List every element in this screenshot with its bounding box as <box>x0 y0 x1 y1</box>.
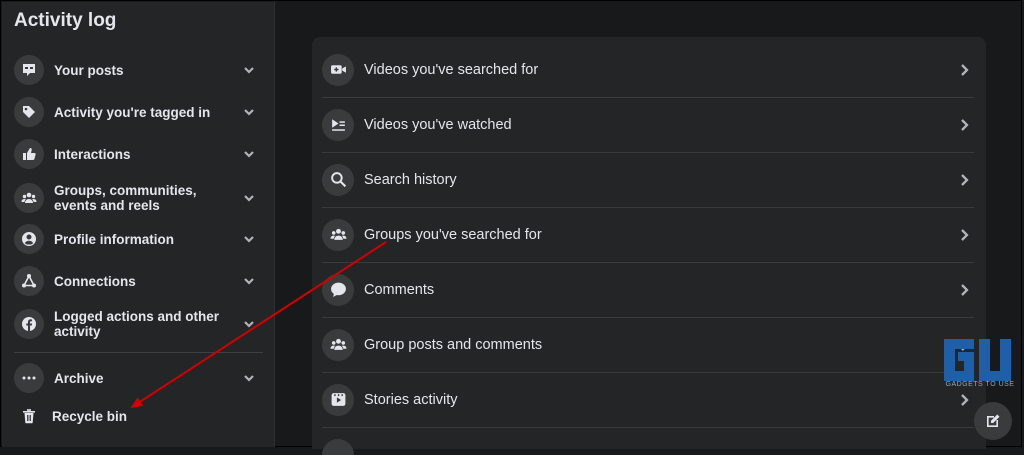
chevron-right-icon <box>956 117 972 133</box>
top-band <box>276 2 1020 38</box>
sidebar-item-profile-information[interactable]: Profile information <box>14 223 262 255</box>
search-icon <box>322 163 354 196</box>
video-watched-icon <box>322 108 354 141</box>
row-group-posts-comments[interactable]: Group posts and comments <box>322 317 974 373</box>
sidebar-item-label: Profile information <box>54 231 175 247</box>
row-label: Groups you've searched for <box>364 226 542 243</box>
facebook-icon <box>14 309 44 339</box>
chevron-right-icon <box>956 172 972 188</box>
row-stories-activity[interactable]: Stories activity <box>322 372 974 428</box>
row-label: Group posts and comments <box>364 336 543 353</box>
sidebar-divider <box>14 352 263 353</box>
row-label: Search history <box>364 171 457 188</box>
sidebar-item-your-posts[interactable]: Your posts <box>14 54 262 86</box>
profile-icon <box>14 224 44 254</box>
sidebar-item-interactions[interactable]: Interactions <box>14 138 262 170</box>
sidebar: Activity log Your posts Activity you're … <box>2 2 275 447</box>
connections-icon <box>14 266 44 296</box>
watermark-text: GADGETS TO USE <box>945 381 1015 388</box>
activity-categories-panel: Videos you've searched for Videos you've… <box>312 37 986 455</box>
chevron-right-icon <box>956 227 972 243</box>
posts-icon <box>14 55 44 85</box>
chevron-down-icon <box>242 371 256 385</box>
sidebar-item-logged-actions[interactable]: Logged actions and other activity <box>14 307 262 341</box>
chevron-down-icon <box>242 191 256 205</box>
comment-icon <box>322 273 354 306</box>
chevron-down-icon <box>242 274 256 288</box>
sidebar-item-recycle-bin[interactable]: Recycle bin <box>14 401 262 431</box>
stories-icon <box>322 383 354 416</box>
chevron-down-icon <box>242 147 256 161</box>
chevron-right-icon <box>956 282 972 298</box>
row-videos-searched[interactable]: Videos you've searched for <box>322 42 974 98</box>
sidebar-item-archive[interactable]: Archive <box>14 362 262 394</box>
more-icon <box>14 363 44 393</box>
groups-icon <box>322 328 354 361</box>
partial-row-icon <box>322 439 354 455</box>
row-label: Videos you've watched <box>364 116 512 133</box>
groups-icon <box>322 218 354 251</box>
row-label: Comments <box>364 281 435 298</box>
sidebar-item-tagged[interactable]: Activity you're tagged in <box>14 96 262 128</box>
chevron-down-icon <box>242 232 256 246</box>
row-groups-searched[interactable]: Groups you've searched for <box>322 207 974 263</box>
row-comments[interactable]: Comments <box>322 262 974 318</box>
chevron-down-icon <box>242 317 256 331</box>
sidebar-item-label: Connections <box>54 273 136 289</box>
sidebar-item-label: Your posts <box>54 62 124 78</box>
page-title: Activity log <box>14 10 117 31</box>
edit-icon <box>987 414 1000 427</box>
sidebar-item-label: Recycle bin <box>52 408 128 424</box>
sidebar-item-groups[interactable]: Groups, communities, events and reels <box>14 181 262 215</box>
video-search-icon <box>322 53 354 86</box>
chevron-down-icon <box>242 63 256 77</box>
thumbs-up-icon <box>14 139 44 169</box>
sidebar-item-label: Activity you're tagged in <box>54 104 211 120</box>
sidebar-item-label: Groups, communities, events and reels <box>54 183 197 213</box>
groups-icon <box>14 183 44 213</box>
chevron-down-icon <box>242 105 256 119</box>
compose-button[interactable] <box>974 402 1012 440</box>
trash-icon <box>14 401 44 431</box>
sidebar-item-label: Logged actions and other activity <box>54 309 220 339</box>
sidebar-item-label: Interactions <box>54 146 131 162</box>
tag-icon <box>14 97 44 127</box>
row-search-history[interactable]: Search history <box>322 152 974 208</box>
sidebar-item-connections[interactable]: Connections <box>14 265 262 297</box>
row-label: Videos you've searched for <box>364 61 539 78</box>
chevron-right-icon <box>956 62 972 78</box>
row-label: Stories activity <box>364 391 458 408</box>
chevron-right-icon <box>956 392 972 408</box>
sidebar-item-label: Archive <box>54 370 104 386</box>
row-videos-watched[interactable]: Videos you've watched <box>322 97 974 153</box>
